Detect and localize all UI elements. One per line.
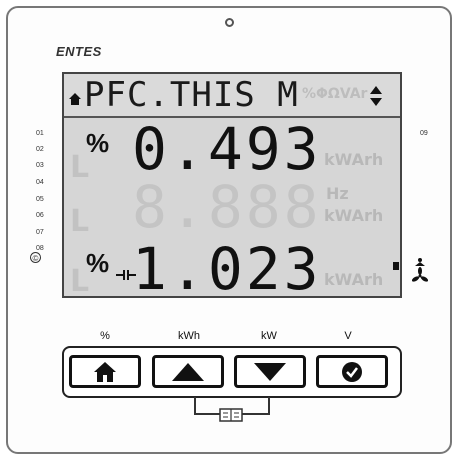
button-label-kwh: kWh	[178, 330, 200, 342]
button-label-percent: %	[100, 330, 110, 342]
brand-logo: ENTES	[56, 44, 102, 59]
step-label-09: 09	[420, 130, 428, 137]
step-indicator-bar	[393, 262, 399, 270]
arrow-up-icon	[172, 362, 204, 381]
home-icon	[94, 361, 116, 382]
down-button[interactable]	[234, 355, 306, 388]
mounting-hole	[225, 18, 234, 27]
row3-value: 1.023	[132, 235, 322, 298]
manual-icon	[219, 408, 243, 422]
row2-ghost-units: kWArh	[324, 206, 384, 225]
step-label-04: 04	[36, 179, 44, 186]
ghost-L: L	[70, 264, 90, 298]
lcd-title: PFC.THIS M	[84, 75, 299, 115]
row1-value: 0.493	[132, 115, 322, 183]
copyright-icon: ©	[30, 252, 41, 263]
lcd-row-3: % L 1.023 kWArh	[64, 235, 400, 298]
ghost-L: L	[70, 204, 90, 239]
step-label-06: 06	[36, 212, 44, 219]
button-label-v: V	[344, 330, 352, 342]
step-label-08: 08	[36, 245, 44, 252]
up-button[interactable]	[152, 355, 224, 388]
row2-ghost-value: 8.888	[132, 173, 322, 241]
step-label-03: 03	[36, 162, 44, 169]
row2-ghost-hz: Hz	[326, 184, 349, 203]
row1-ghost-units: kWArh	[324, 150, 384, 169]
enter-button[interactable]	[316, 355, 388, 388]
home-button[interactable]	[69, 355, 141, 388]
lcd-row-2: L 8.888 Hz kWArh	[64, 176, 400, 240]
lcd-display: PFC.THIS M %ΦΩVAr % L 0.493 kWArh L 8.88…	[62, 72, 402, 298]
home-icon	[69, 93, 81, 105]
step-label-02: 02	[36, 146, 44, 153]
step-label-05: 05	[36, 196, 44, 203]
row3-ghost-units: kWArh	[324, 270, 384, 289]
row1-unit: %	[86, 128, 110, 158]
button-label-kw: kW	[261, 330, 277, 342]
row3-unit: %	[86, 248, 110, 278]
lcd-title-bar: PFC.THIS M %ΦΩVAr	[64, 74, 400, 118]
arrow-down-icon	[254, 362, 286, 381]
lcd-row-1: % L 0.493 kWArh	[64, 115, 400, 185]
step-label-01: 01	[36, 130, 44, 137]
scroll-updown-icon	[370, 86, 382, 106]
check-icon	[342, 361, 362, 382]
step-label-07: 07	[36, 229, 44, 236]
ghost-symbols: %ΦΩVAr	[302, 86, 368, 102]
fan-icon	[412, 258, 428, 282]
